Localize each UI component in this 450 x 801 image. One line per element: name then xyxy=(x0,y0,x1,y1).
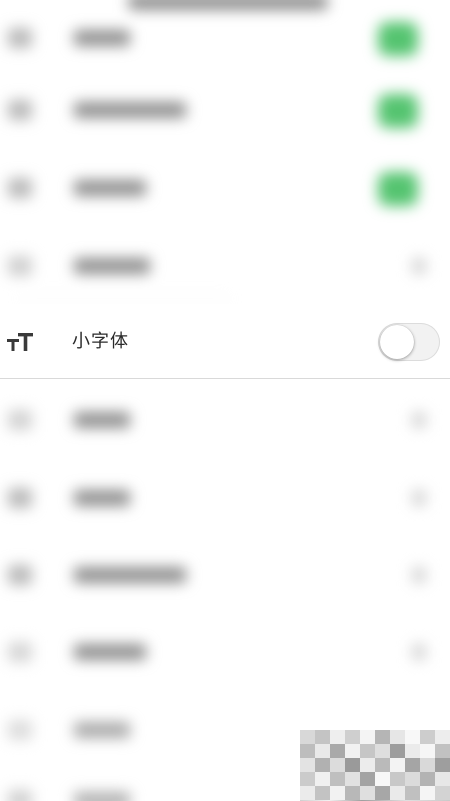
small-font-label: 小字体 xyxy=(72,331,129,352)
blurred-setting-label xyxy=(74,412,130,428)
blurred-chevron xyxy=(412,567,426,583)
blurred-setting-label xyxy=(74,102,186,118)
blurred-setting-label xyxy=(74,30,130,46)
blurred-setting-label xyxy=(74,567,186,583)
small-font-toggle[interactable] xyxy=(378,323,440,361)
small-font-icon xyxy=(7,331,33,353)
blurred-setting-icon xyxy=(8,565,32,585)
blurred-setting-icon xyxy=(8,28,32,48)
blurred-setting-label xyxy=(74,490,130,506)
blurred-chevron xyxy=(412,412,426,428)
settings-screen: 小字体 xyxy=(0,0,450,801)
blurred-setting-icon xyxy=(8,178,32,198)
blurred-setting-icon xyxy=(8,642,32,662)
blurred-chevron xyxy=(412,644,426,660)
blurred-setting-row xyxy=(0,236,450,296)
blurred-toggle-on xyxy=(378,22,418,56)
blurred-setting-label xyxy=(74,722,130,738)
pixelated-corner xyxy=(300,730,450,801)
blurred-setting-icon xyxy=(8,720,32,740)
blurred-divider xyxy=(20,298,230,299)
blurred-setting-label xyxy=(74,644,146,660)
blurred-setting-label xyxy=(74,792,130,801)
blurred-setting-row xyxy=(0,8,450,68)
blurred-setting-icon xyxy=(8,488,32,508)
toggle-knob xyxy=(380,325,414,359)
blurred-setting-label xyxy=(74,258,150,274)
blurred-setting-row xyxy=(0,468,450,528)
blurred-setting-icon xyxy=(8,790,32,801)
blurred-setting-icon xyxy=(8,256,32,276)
blurred-setting-row xyxy=(0,622,450,682)
blurred-chevron xyxy=(412,258,426,274)
blurred-setting-row xyxy=(0,158,450,218)
blurred-chevron xyxy=(412,490,426,506)
blurred-toggle-on xyxy=(378,172,418,206)
blurred-setting-icon xyxy=(8,100,32,120)
blurred-settings-list xyxy=(0,0,450,801)
blurred-setting-label xyxy=(74,180,146,196)
blurred-setting-row xyxy=(0,390,450,450)
blurred-setting-row xyxy=(0,545,450,605)
blurred-setting-row xyxy=(0,80,450,140)
blurred-toggle-on xyxy=(378,94,418,128)
blurred-setting-icon xyxy=(8,410,32,430)
